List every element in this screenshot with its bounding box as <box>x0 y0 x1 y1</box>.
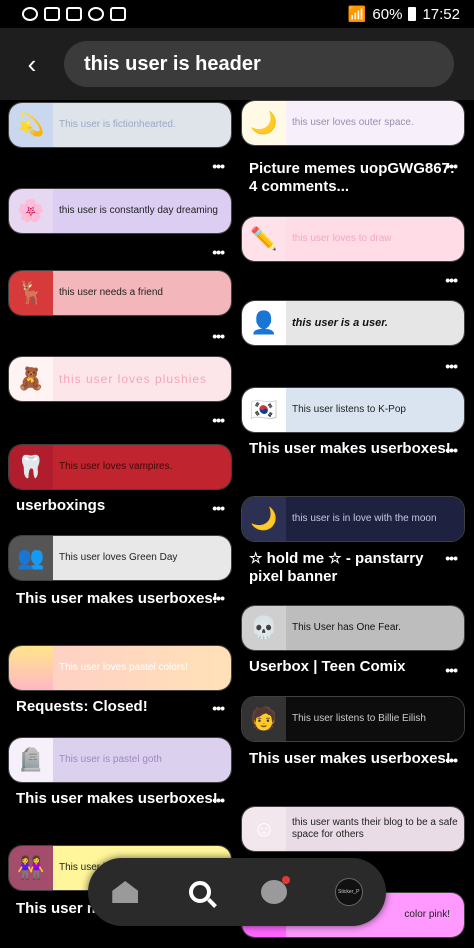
more-options-icon[interactable]: ••• <box>437 158 458 174</box>
userbox-text: This user is fictionhearted. <box>53 103 231 147</box>
userbox-card[interactable]: 💀 This User has One Fear. <box>241 605 465 651</box>
userbox-card[interactable]: 🧑 This user listens to Billie Eilish <box>241 696 465 742</box>
userbox-card[interactable]: 🦷 This user loves vampires. <box>8 444 232 490</box>
more-options-icon[interactable]: ••• <box>437 442 458 458</box>
post-title[interactable]: This user makes userboxes! <box>249 750 459 768</box>
clock: 17:52 <box>422 5 460 23</box>
bottom-nav: Sticker_P <box>88 858 386 926</box>
app-header: ‹ this user is header <box>0 28 474 100</box>
more-options-icon[interactable]: ••• <box>437 358 458 374</box>
more-options-icon[interactable]: ••• <box>204 244 225 260</box>
system-indicators: 📶 60% 17:52 <box>347 5 460 24</box>
search-input[interactable]: this user is header <box>64 41 454 87</box>
post-title[interactable]: This user makes userboxes! <box>16 790 226 808</box>
userbox-image: 💀 <box>242 606 286 650</box>
battery-icon <box>408 7 417 21</box>
userbox-text: this user wants their blog to be a safe … <box>286 807 464 851</box>
userbox-card[interactable]: 🌸 this user is constantly day dreaming <box>8 188 232 234</box>
userbox-card[interactable]: 🦌 this user needs a friend <box>8 270 232 316</box>
userbox-image: 👤 <box>242 301 286 345</box>
more-options-icon[interactable]: ••• <box>204 412 225 428</box>
userbox-card[interactable]: ✏️ this user loves to draw <box>241 216 465 262</box>
post-title[interactable]: Requests: Closed! <box>16 698 226 716</box>
more-options-icon[interactable]: ••• <box>204 158 225 174</box>
post-title[interactable]: Userbox | Teen Comix <box>249 658 459 676</box>
post-title[interactable]: This user makes userboxes! <box>16 590 226 608</box>
userbox-image: 🧸 <box>9 357 53 401</box>
chat-icon[interactable] <box>254 872 294 912</box>
more-options-icon[interactable]: ••• <box>437 550 458 566</box>
userbox-image: ☺ <box>242 807 286 851</box>
userbox-card[interactable]: 💫 This user is fictionhearted. <box>8 102 232 148</box>
signal-icon: 📶 <box>347 6 367 23</box>
youtube-icon <box>44 7 60 21</box>
userbox-card[interactable]: 🌙 this user loves outer space. <box>241 100 465 146</box>
more-options-icon[interactable]: ••• <box>204 500 225 516</box>
more-options-icon[interactable]: ••• <box>437 752 458 768</box>
userbox-image: 💫 <box>9 103 53 147</box>
userbox-image: 🇰🇷 <box>242 388 286 432</box>
more-options-icon[interactable]: ••• <box>204 700 225 716</box>
battery-percent: 60% <box>372 5 403 23</box>
more-options-icon[interactable]: ••• <box>437 662 458 678</box>
post-title[interactable]: ☆ hold me ☆ - panstarry pixel banner <box>249 550 459 586</box>
userbox-card[interactable]: 🧸 this user loves plushies <box>8 356 232 402</box>
userbox-text: this user loves outer space. <box>286 101 464 145</box>
profile-avatar[interactable]: Sticker_P <box>329 872 369 912</box>
userbox-image: 🪦 <box>9 738 53 782</box>
status-bar: 📶 60% 17:52 <box>0 0 474 28</box>
userbox-card[interactable]: 👥 This user loves Green Day <box>8 535 232 581</box>
userbox-image: 👭 <box>9 846 53 890</box>
userbox-card[interactable]: This user loves pastel colors! <box>8 645 232 691</box>
userbox-text: This user is pastel goth <box>53 738 231 782</box>
more-options-icon[interactable]: ••• <box>204 328 225 344</box>
userbox-card[interactable]: 🪦 This user is pastel goth <box>8 737 232 783</box>
whatsapp-icon <box>22 7 38 21</box>
userbox-image: 🌙 <box>242 101 286 145</box>
post-title[interactable]: This user makes userboxes! <box>249 440 459 458</box>
userbox-image: 🧑 <box>242 697 286 741</box>
userbox-text: This user loves pastel colors! <box>53 646 231 690</box>
userbox-text: This user loves Green Day <box>53 536 231 580</box>
userbox-image: 👥 <box>9 536 53 580</box>
userbox-text: this user is in love with the moon <box>286 497 464 541</box>
notification-icons <box>22 7 126 21</box>
userbox-image: ✏️ <box>242 217 286 261</box>
userbox-card[interactable]: 🇰🇷 This user listens to K-Pop <box>241 387 465 433</box>
userbox-text: This user listens to Billie Eilish <box>286 697 464 741</box>
userbox-image: 🌸 <box>9 189 53 233</box>
userbox-text: This User has One Fear. <box>286 606 464 650</box>
home-icon[interactable] <box>105 872 145 912</box>
notification-dot <box>282 876 291 884</box>
userbox-text: this user loves to draw <box>286 217 464 261</box>
userbox-text: this user is a user. <box>286 301 464 345</box>
userbox-text: this user needs a friend <box>53 271 231 315</box>
userbox-card[interactable]: 👤 this user is a user. <box>241 300 465 346</box>
more-options-icon[interactable]: ••• <box>204 590 225 606</box>
userbox-image <box>9 646 53 690</box>
userbox-image: 🦌 <box>9 271 53 315</box>
more-options-icon[interactable]: ••• <box>437 272 458 288</box>
youtube-icon <box>66 7 82 21</box>
userbox-text: This user loves vampires. <box>53 445 231 489</box>
post-title[interactable]: userboxings <box>16 497 226 515</box>
userbox-image: 🌙 <box>242 497 286 541</box>
userbox-text: This user listens to K-Pop <box>286 388 464 432</box>
userbox-card[interactable]: ☺ this user wants their blog to be a saf… <box>241 806 465 852</box>
back-arrow-icon[interactable]: ‹ <box>0 49 64 80</box>
post-title[interactable]: Picture memes uopGWG867: 4 comments... <box>249 160 459 196</box>
more-options-icon[interactable]: ••• <box>204 792 225 808</box>
userbox-text: this user is constantly day dreaming <box>53 189 231 233</box>
search-icon[interactable] <box>180 872 220 912</box>
gallery-icon <box>110 7 126 21</box>
userbox-card[interactable]: 🌙 this user is in love with the moon <box>241 496 465 542</box>
userbox-image: 🦷 <box>9 445 53 489</box>
userbox-text: this user loves plushies <box>53 357 231 401</box>
pinterest-icon <box>88 7 104 21</box>
